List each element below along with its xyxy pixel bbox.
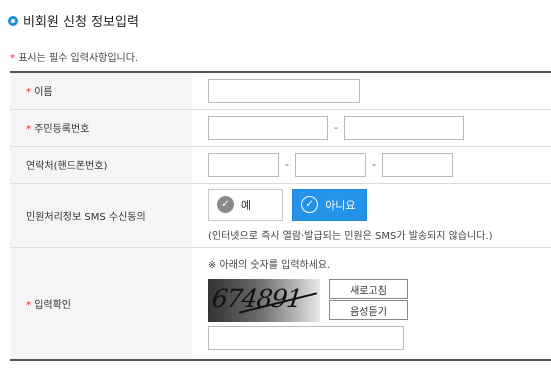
required-star-icon: * xyxy=(26,124,31,135)
captcha-row: * 입력확인 ※ 아래의 숫자를 입력하세요. 674891 새로고침 음성듣기 xyxy=(10,247,551,360)
section-title-text: 비회원 신청 정보입력 xyxy=(23,15,139,30)
captcha-label-cell: * 입력확인 xyxy=(10,247,192,360)
required-note: * 표시는 필수 입력사항입니다. xyxy=(10,49,138,64)
captcha-image: 674891 xyxy=(208,279,320,323)
captcha-label: 입력확인 xyxy=(34,299,71,311)
rrn-label-cell: * 주민등록번호 xyxy=(10,109,192,147)
sms-no-button[interactable]: ✓ 아니요 xyxy=(292,188,368,221)
required-note-text: 표시는 필수 입력사항입니다. xyxy=(18,53,139,64)
phone-dash-2: - xyxy=(372,158,376,171)
name-input[interactable] xyxy=(208,78,360,103)
rrn-label: 주민등록번호 xyxy=(34,124,90,135)
applicant-form-table: * 이름 * 주민등록번호 - 연락처(핸드폰번호) -- 민원처리정보 SMS… xyxy=(10,71,551,361)
captcha-refresh-button[interactable]: 새로고침 xyxy=(329,279,408,300)
rrn-dash: - xyxy=(334,121,338,134)
captcha-input[interactable] xyxy=(208,326,404,351)
sms-note: (인터넷으로 즉시 열람·발급되는 민원은 SMS가 발송되지 않습니다.) xyxy=(208,230,493,242)
name-row: * 이름 xyxy=(10,72,551,110)
check-icon: ✓ xyxy=(217,196,234,213)
circle-bullet-icon xyxy=(8,15,18,26)
sms-label-cell: 민원처리정보 SMS 수신동의 xyxy=(10,183,192,248)
phone-middle-input[interactable] xyxy=(295,152,366,177)
sms-label: 민원처리정보 SMS 수신동의 xyxy=(26,211,146,223)
sms-consent-cell: ✓ 예 ✓ 아니요 (인터넷으로 즉시 열람·발급되는 민원은 SMS가 발송되… xyxy=(192,183,551,248)
name-input-cell xyxy=(192,72,551,110)
check-icon: ✓ xyxy=(301,196,319,213)
sms-radio-group: ✓ 예 ✓ 아니요 xyxy=(208,188,551,221)
captcha-hint: ※ 아래의 숫자를 입력하세요. xyxy=(208,260,331,272)
captcha-audio-button[interactable]: 음성듣기 xyxy=(329,300,408,321)
section-title: 비회원 신청 정보입력 xyxy=(8,11,139,30)
phone-last-input[interactable] xyxy=(382,152,453,177)
required-star-icon: * xyxy=(26,299,31,311)
sms-yes-label: 예 xyxy=(241,198,252,212)
rrn-second-input[interactable] xyxy=(344,115,464,140)
captcha-buttons: 새로고침 음성듣기 xyxy=(329,279,408,321)
rrn-input-cell: - xyxy=(192,109,551,147)
name-label: 이름 xyxy=(34,87,53,99)
phone-first-input[interactable] xyxy=(208,152,279,177)
captcha-cell: ※ 아래의 숫자를 입력하세요. 674891 새로고침 음성듣기 xyxy=(192,247,551,360)
rrn-row: * 주민등록번호 - xyxy=(10,109,551,147)
sms-yes-button[interactable]: ✓ 예 xyxy=(208,188,283,221)
phone-row: 연락처(핸드폰번호) -- xyxy=(10,146,551,184)
name-label-cell: * 이름 xyxy=(10,72,192,110)
sms-no-label: 아니요 xyxy=(325,198,356,212)
sms-row: 민원처리정보 SMS 수신동의 ✓ 예 ✓ 아니요 (인터넷으로 즉시 열람·발… xyxy=(10,183,551,248)
required-star-icon: * xyxy=(10,53,15,64)
captcha-row-group: 674891 새로고침 음성듣기 xyxy=(208,279,551,323)
phone-label: 연락처(핸드폰번호) xyxy=(26,161,108,172)
rrn-first-input[interactable] xyxy=(208,115,328,140)
phone-label-cell: 연락처(핸드폰번호) xyxy=(10,146,192,184)
required-star-icon: * xyxy=(26,87,31,99)
phone-input-cell: -- xyxy=(192,146,551,184)
phone-dash-1: - xyxy=(285,158,289,171)
